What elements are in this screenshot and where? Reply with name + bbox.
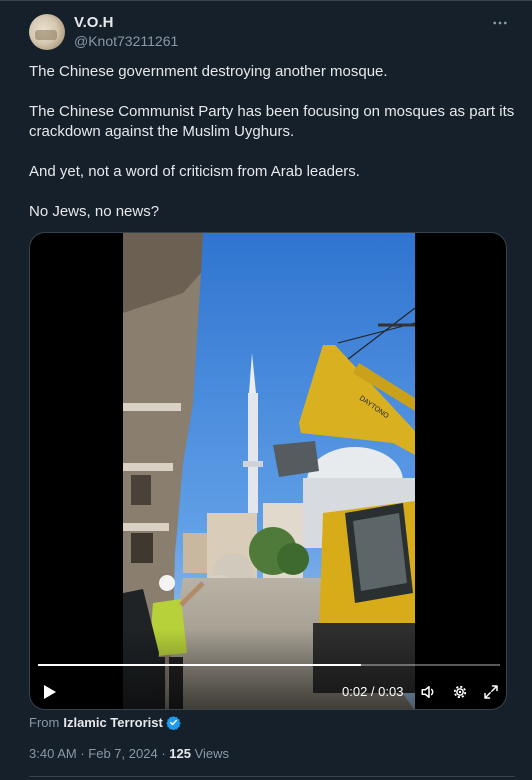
author-handle[interactable]: @Knot73211261 [74, 33, 178, 49]
tweet-paragraph: The Chinese Communist Party has been foc… [29, 103, 515, 140]
video-source: From Izlamic Terrorist [29, 715, 181, 730]
more-options-button[interactable] [486, 12, 514, 34]
volume-icon [420, 683, 438, 701]
meta-separator: · [161, 746, 166, 761]
source-account-link[interactable]: Izlamic Terrorist [63, 715, 162, 730]
tweet-paragraph: The Chinese government destroying anothe… [29, 63, 388, 80]
volume-button[interactable] [418, 681, 440, 703]
video-progress-bar[interactable] [38, 664, 500, 666]
tweet-time[interactable]: 3:40 AM [29, 746, 77, 761]
tweet-metadata: 3:40 AM · Feb 7, 2024 · 125 Views [29, 746, 229, 761]
fullscreen-icon [482, 683, 500, 701]
tweet-paragraph: And yet, not a word of criticism from Ar… [29, 163, 360, 180]
verified-badge-icon [166, 715, 181, 730]
video-player[interactable]: DAYTONO 0:02 / 0:03 [29, 232, 507, 710]
tweet-date[interactable]: Feb 7, 2024 [88, 746, 157, 761]
source-prefix: From [29, 715, 60, 730]
author-display-name[interactable]: V.O.H [74, 14, 113, 31]
play-icon [41, 684, 57, 700]
video-progress-fill [38, 664, 362, 666]
more-horizontal-icon [491, 14, 509, 32]
top-divider [0, 0, 532, 1]
fullscreen-button[interactable] [480, 681, 502, 703]
settings-button[interactable] [449, 681, 471, 703]
bottom-divider [29, 776, 515, 777]
views-count: 125 [169, 746, 191, 761]
gear-icon [451, 683, 469, 701]
video-time-display: 0:02 / 0:03 [342, 684, 404, 699]
tweet-paragraph: No Jews, no news? [29, 203, 160, 220]
play-button[interactable] [38, 681, 60, 703]
views-label: Views [194, 746, 230, 761]
tweet-text: The Chinese government destroying anothe… [29, 62, 515, 222]
meta-separator: · [80, 746, 85, 761]
avatar[interactable] [29, 14, 65, 50]
